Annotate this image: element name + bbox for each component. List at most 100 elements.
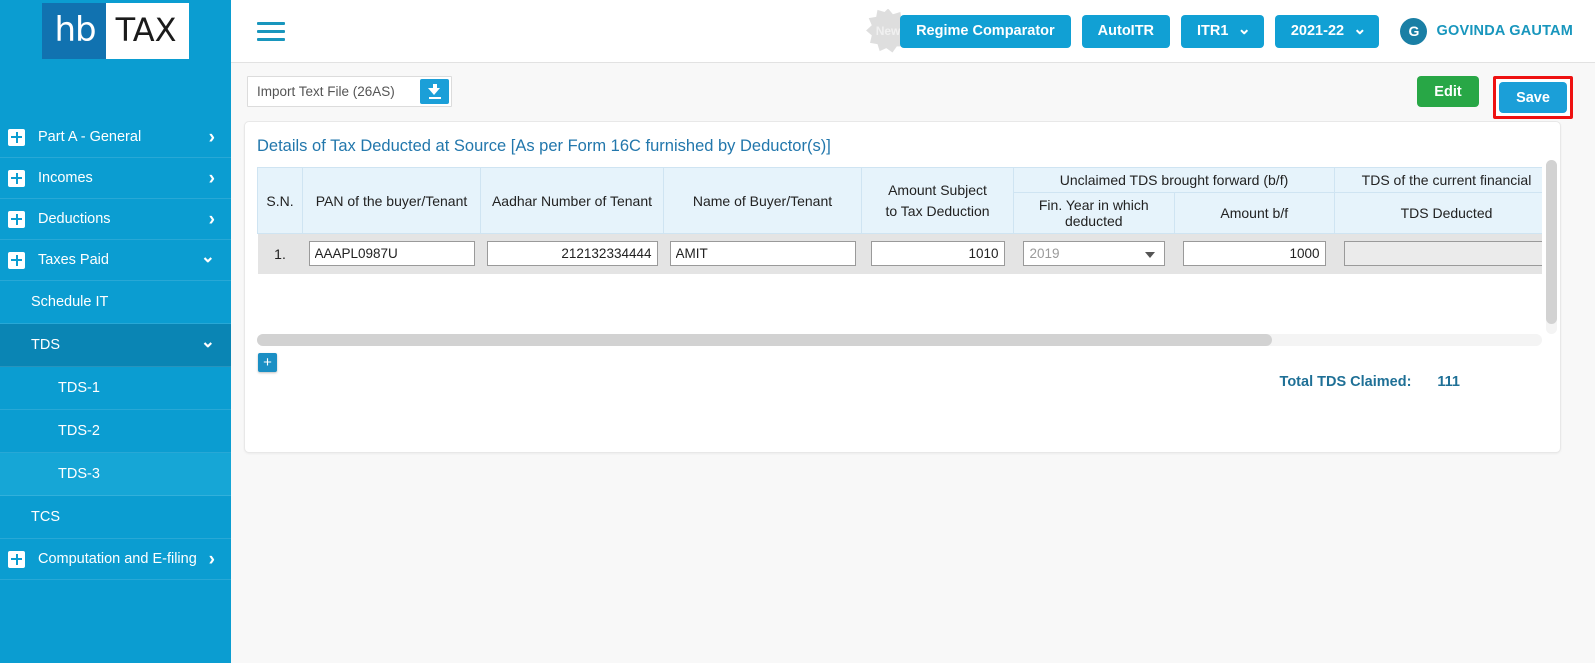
sidebar-item-schedule-it[interactable]: Schedule IT xyxy=(0,281,231,324)
plus-box-icon xyxy=(8,251,25,269)
chevron-down-icon xyxy=(201,252,215,269)
col-header-name: Name of Buyer/Tenant xyxy=(663,167,862,234)
cell-fin-year: 2019 xyxy=(1013,233,1174,274)
table-scroll-viewport: S.N. PAN of the buyer/Tenant Aadhar Numb… xyxy=(257,167,1542,317)
import-text-file-control[interactable]: Import Text File (26AS) xyxy=(247,76,452,107)
sidebar-item-label: TCS xyxy=(31,508,60,525)
col-header-amount-subject: Amount Subject to Tax Deduction xyxy=(861,167,1014,234)
import-text-file-label: Import Text File (26AS) xyxy=(257,84,395,99)
itr-select-value: ITR1 xyxy=(1197,22,1229,39)
fin-year-select-value: 2019 xyxy=(1029,246,1060,262)
sidebar-item-incomes[interactable]: Incomes xyxy=(0,158,231,199)
plus-box-icon xyxy=(8,210,25,228)
sidebar-item-label: TDS-1 xyxy=(58,379,100,396)
app-root: hb TAX Part A - General Incomes Deductions… xyxy=(0,0,1595,663)
sidebar-item-label: Taxes Paid xyxy=(38,251,109,268)
assessment-year-value: 2021-22 xyxy=(1290,22,1345,39)
tds-details-card: Details of Tax Deducted at Source [As pe… xyxy=(244,121,1561,453)
edit-button[interactable]: Edit xyxy=(1417,76,1479,107)
row-serial-number: 1. xyxy=(257,233,303,274)
chevron-right-icon xyxy=(209,210,215,229)
sidebar-item-label: Deductions xyxy=(38,210,111,227)
sidebar-item-label: TDS-3 xyxy=(58,465,100,482)
table-body: 1. 2019 xyxy=(257,233,1542,274)
col-group-current-fy: TDS of the current financial xyxy=(1334,167,1542,193)
col-header-amount-bf: Amount b/f xyxy=(1173,192,1335,234)
top-header: New Regime Comparator AutoITR ITR1 2021-… xyxy=(231,0,1595,63)
fin-year-select[interactable]: 2019 xyxy=(1022,241,1165,267)
add-row-button[interactable]: + xyxy=(258,353,277,372)
total-tds-claimed-value: 111 xyxy=(1437,374,1460,390)
action-toolbar: Import Text File (26AS) Edit Save xyxy=(231,63,1595,121)
chevron-down-icon xyxy=(201,337,215,354)
pan-input[interactable] xyxy=(308,241,475,267)
logo-tax-text: TAX xyxy=(105,3,189,59)
total-tds-claimed: Total TDS Claimed: 111 xyxy=(1280,374,1460,390)
cell-tds-deducted xyxy=(1334,233,1542,274)
sidebar: hb TAX Part A - General Incomes Deductions… xyxy=(0,0,231,663)
sidebar-item-tds-1[interactable]: TDS-1 xyxy=(0,367,231,410)
chevron-right-icon xyxy=(209,169,215,188)
plus-icon: + xyxy=(263,354,272,371)
col-header-fin-year: Fin. Year in which deducted xyxy=(1013,192,1175,234)
name-input[interactable] xyxy=(669,241,856,267)
col-header-tds-deducted: TDS Deducted xyxy=(1334,192,1542,234)
amount-bf-input[interactable] xyxy=(1183,241,1326,267)
save-button-highlight: Save xyxy=(1493,76,1573,119)
sidebar-item-deductions[interactable]: Deductions xyxy=(0,199,231,240)
assessment-year-select[interactable]: 2021-22 xyxy=(1274,14,1380,48)
toolbar-right-actions: Edit Save xyxy=(1417,76,1573,119)
cell-pan xyxy=(302,233,481,274)
plus-box-icon xyxy=(8,128,25,146)
sidebar-item-taxes-paid[interactable]: Taxes Paid xyxy=(0,240,231,281)
chevron-down-icon xyxy=(1145,251,1155,258)
cell-aadhar xyxy=(480,233,664,274)
chevron-down-icon xyxy=(1353,22,1366,38)
avatar: G xyxy=(1400,17,1428,45)
horizontal-scrollbar[interactable] xyxy=(257,334,1542,346)
col-group-unclaimed-tds: Unclaimed TDS brought forward (b/f) xyxy=(1013,167,1335,193)
sidebar-item-tds-3[interactable]: TDS-3 xyxy=(0,453,231,496)
col-header-amount-line1: Amount Subject xyxy=(888,182,987,199)
sidebar-item-label: Incomes xyxy=(38,169,93,186)
table-row: 1. 2019 xyxy=(257,233,1542,274)
user-menu[interactable]: G GOVINDA GAUTAM xyxy=(1400,17,1573,45)
vertical-scrollbar-thumb[interactable] xyxy=(1546,160,1557,324)
table-header: S.N. PAN of the buyer/Tenant Aadhar Numb… xyxy=(257,167,1542,234)
cell-name xyxy=(663,233,862,274)
sidebar-item-tds-2[interactable]: TDS-2 xyxy=(0,410,231,453)
aadhar-input[interactable] xyxy=(486,241,658,267)
logo-hb-text: hb xyxy=(42,3,106,59)
sidebar-item-tds[interactable]: TDS xyxy=(0,324,231,367)
hamburger-icon[interactable] xyxy=(257,21,285,41)
regime-comparator-button[interactable]: Regime Comparator xyxy=(900,14,1071,48)
auto-itr-button[interactable]: AutoITR xyxy=(1081,14,1171,48)
regime-comparator-wrap: New Regime Comparator xyxy=(866,8,1071,53)
sidebar-item-computation-and-e-filing[interactable]: Computation and E-filing xyxy=(0,539,231,580)
sidebar-item-label: TDS xyxy=(31,336,60,353)
chevron-down-icon xyxy=(1237,22,1250,38)
plus-box-icon xyxy=(8,550,25,568)
sidebar-nav: Part A - General Incomes Deductions Taxes P… xyxy=(0,117,231,580)
sidebar-item-tcs[interactable]: TCS xyxy=(0,496,231,539)
sidebar-item-label: Schedule IT xyxy=(31,293,109,310)
col-header-aadhar: Aadhar Number of Tenant xyxy=(480,167,664,234)
app-logo[interactable]: hb TAX xyxy=(0,0,231,62)
cell-amount-subject xyxy=(861,233,1014,274)
tds-table: S.N. PAN of the buyer/Tenant Aadhar Numb… xyxy=(257,167,1542,274)
sidebar-item-part-a-general[interactable]: Part A - General xyxy=(0,117,231,158)
itr-select[interactable]: ITR1 xyxy=(1181,14,1264,48)
amount-subject-input[interactable] xyxy=(870,241,1005,267)
content-area: Import Text File (26AS) Edit Save Detail… xyxy=(231,63,1595,663)
chevron-right-icon xyxy=(209,128,215,147)
page-title: Details of Tax Deducted at Source [As pe… xyxy=(257,137,831,155)
col-header-sn: S.N. xyxy=(257,167,303,234)
user-name-label: GOVINDA GAUTAM xyxy=(1436,23,1573,39)
header-actions: New Regime Comparator AutoITR ITR1 2021-… xyxy=(866,8,1573,53)
col-header-pan: PAN of the buyer/Tenant xyxy=(302,167,481,234)
vertical-scrollbar[interactable] xyxy=(1546,160,1557,334)
save-button[interactable]: Save xyxy=(1499,82,1567,113)
download-icon[interactable] xyxy=(420,79,449,104)
horizontal-scrollbar-thumb[interactable] xyxy=(257,334,1272,346)
chevron-right-icon xyxy=(209,550,215,569)
